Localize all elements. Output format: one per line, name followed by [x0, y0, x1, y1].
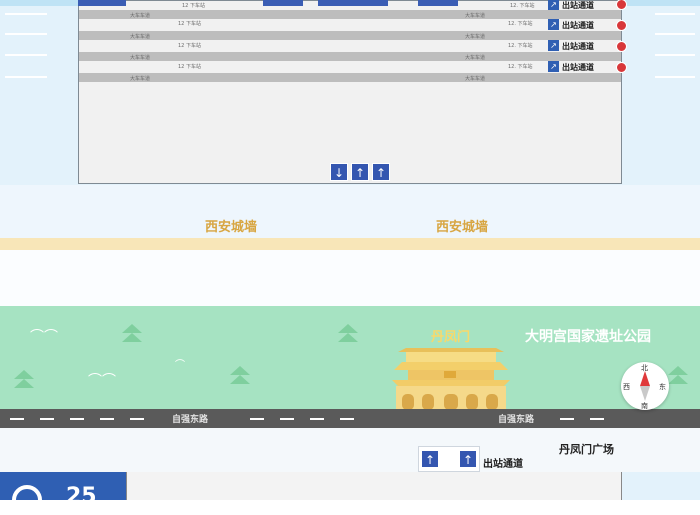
compass: 北 南 西 东: [621, 362, 669, 410]
station-platform-area: [78, 0, 622, 184]
tree-icon: [122, 333, 142, 342]
exit-label: 出站通道: [483, 459, 523, 470]
lane-dash: [655, 13, 695, 15]
platform-text: 大车车道: [130, 55, 151, 61]
track-strip: [79, 31, 621, 40]
road-marking: [70, 418, 84, 420]
gap-band: [0, 250, 700, 306]
no-entry-icon: [616, 20, 627, 31]
bird-icon: ⌒⌒: [88, 373, 116, 389]
exit-up-arrow-icon: ↑: [421, 450, 439, 468]
city-wall-label: 西安城墙: [436, 220, 489, 235]
tree-icon: [668, 366, 688, 375]
bird-icon: ⌒⌒: [30, 329, 58, 345]
city-wall-stripe: [0, 238, 700, 250]
tree-icon: [338, 333, 358, 342]
compass-needle-icon: [640, 371, 650, 401]
escalator-up-icon: ↑: [372, 163, 390, 181]
platform-text: 12 下车站: [178, 43, 201, 49]
platform-sign-block: [318, 0, 388, 6]
tree-icon: [338, 324, 358, 333]
metro-logo-icon: [12, 485, 42, 515]
lane-dash: [655, 54, 695, 56]
road-marking: [10, 418, 24, 420]
platform-text: 大车车道: [130, 34, 151, 40]
tree-icon: [14, 370, 34, 379]
road-marking: [340, 418, 354, 420]
exit-icon: ↗: [548, 0, 559, 10]
exit-label: 出站通道: [562, 42, 594, 51]
tree-icon: [122, 324, 142, 333]
lane-dash: [5, 54, 47, 56]
exit-icon: ↗: [548, 40, 559, 51]
platform-sign-block: [78, 0, 126, 6]
lane-dash: [5, 76, 47, 78]
park-name: 大明宫国家遗址公园: [525, 329, 651, 345]
platform-text: 大车车道: [465, 13, 486, 19]
lane-dash: [655, 76, 695, 78]
compass-east: 东: [659, 383, 666, 391]
platform-text: 大车车道: [465, 34, 486, 40]
exit-up-arrow-icon: ↑: [459, 450, 477, 468]
platform-text: 大车车道: [465, 55, 486, 61]
compass-west: 西: [623, 383, 630, 391]
next-station-area: [126, 472, 622, 500]
escalator-up-icon: ↑: [351, 163, 369, 181]
no-entry-icon: [616, 41, 627, 52]
road-marking: [590, 418, 604, 420]
gate-name: 丹凤门: [431, 330, 471, 345]
tree-icon: [668, 375, 688, 384]
road-name: 自强东路: [172, 415, 209, 425]
exit-icon: ↗: [548, 61, 559, 72]
track-strip: [79, 52, 621, 61]
lane-dash: [5, 33, 47, 35]
line-badge: 25: [0, 472, 126, 515]
platform-text: 12. 下车站: [508, 64, 533, 70]
tree-icon: [230, 366, 250, 375]
road-marking: [280, 418, 294, 420]
plaza-label: 丹凤门广场: [559, 443, 614, 456]
exit-label: 出站通道: [562, 1, 594, 10]
park-area: [0, 306, 700, 410]
compass-south: 南: [641, 402, 648, 410]
platform-text: 大车车道: [130, 13, 151, 19]
badge-number: 25: [66, 484, 97, 509]
platform-sign-block: [263, 0, 303, 6]
escalator-down-icon: ↓: [330, 163, 348, 181]
exit-icon: ↗: [548, 19, 559, 30]
road-marking: [130, 418, 144, 420]
road-marking: [100, 418, 114, 420]
tree-icon: [230, 375, 250, 384]
road-marking: [560, 418, 574, 420]
platform-text: 12 下车站: [178, 64, 201, 70]
exit-label: 出站通道: [562, 63, 594, 72]
platform-text: 12. 下车站: [508, 21, 533, 27]
exit-label: 出站通道: [562, 21, 594, 30]
city-wall-band: [0, 185, 700, 240]
danfeng-gate-icon: [392, 348, 510, 410]
road-marking: [310, 418, 324, 420]
platform-text: 大车车道: [465, 76, 486, 82]
platform-text: 大车车道: [130, 76, 151, 82]
lane-bar-left: [0, 0, 78, 6]
platform-text: 12 下车站: [182, 3, 205, 9]
road-name: 自强东路: [498, 415, 535, 425]
road-marking: [40, 418, 54, 420]
platform-text: 12. 下车站: [508, 43, 533, 49]
no-entry-icon: [616, 62, 627, 73]
lane-dash: [5, 13, 47, 15]
bird-icon: ⌒: [175, 360, 185, 371]
road-marking: [250, 418, 264, 420]
lane-bar-right: [622, 0, 700, 6]
platform-text: 12 下车站: [178, 21, 201, 27]
platform-text: 12. 下车站: [510, 3, 535, 9]
city-wall-label: 西安城墙: [205, 220, 258, 235]
tree-icon: [14, 379, 34, 388]
track-strip: [79, 10, 621, 19]
track-strip: [79, 73, 621, 82]
lane-dash: [655, 33, 695, 35]
platform-sign-block: [418, 0, 458, 6]
